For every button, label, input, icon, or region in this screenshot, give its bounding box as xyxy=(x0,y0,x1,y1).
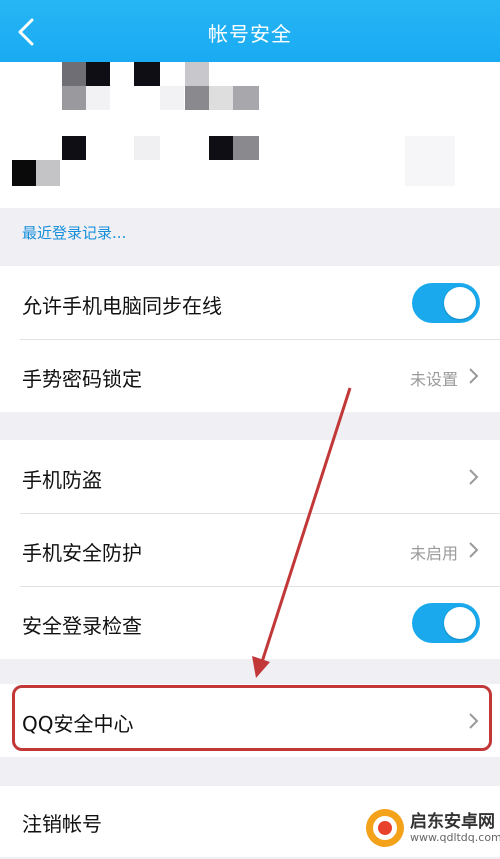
cancel-account-label: 注销帐号 xyxy=(22,812,102,836)
settings-group-2: 手机防盗 手机安全防护 未启用 安全登录检查 xyxy=(0,440,500,659)
pixel-block xyxy=(62,86,86,110)
phone-protection-label: 手机安全防护 xyxy=(22,541,142,565)
sync-online-toggle[interactable] xyxy=(412,283,480,323)
watermark-logo-icon xyxy=(366,809,404,847)
pixel-block xyxy=(134,136,160,160)
pixel-block xyxy=(209,136,233,160)
highlight-box xyxy=(12,685,492,751)
device-history-section: 最近登录记录... xyxy=(0,208,500,266)
gesture-lock-row[interactable]: 手势密码锁定 未设置 xyxy=(0,339,500,412)
pixel-block xyxy=(36,160,60,186)
settings-group-1: 允许手机电脑同步在线 手势密码锁定 未设置 xyxy=(0,266,500,412)
watermark: 启东安卓网 www.qdltdq.com xyxy=(364,805,500,851)
device-list-area xyxy=(0,62,500,208)
phone-protection-row[interactable]: 手机安全防护 未启用 xyxy=(0,513,500,586)
login-check-label: 安全登录检查 xyxy=(22,614,142,638)
pixel-block xyxy=(134,62,160,86)
anti-theft-label: 手机防盗 xyxy=(22,468,102,492)
sync-online-row: 允许手机电脑同步在线 xyxy=(0,266,500,339)
gesture-lock-status: 未设置 xyxy=(409,370,458,389)
pixel-block xyxy=(160,86,184,110)
recent-login-link[interactable]: 最近登录记录... xyxy=(22,222,126,243)
chevron-right-icon xyxy=(469,368,479,384)
toggle-knob xyxy=(444,287,476,319)
pixel-block xyxy=(209,86,233,110)
sync-online-label: 允许手机电脑同步在线 xyxy=(22,294,222,318)
toggle-knob xyxy=(444,607,476,639)
pixel-block xyxy=(86,62,110,86)
gesture-lock-label: 手势密码锁定 xyxy=(22,367,142,391)
watermark-title: 启东安卓网 xyxy=(410,812,495,832)
pixel-block xyxy=(185,86,209,110)
pixel-block xyxy=(233,86,259,110)
pixel-block xyxy=(86,86,110,110)
pixel-block xyxy=(62,62,86,86)
pixel-block xyxy=(62,136,86,160)
login-check-row: 安全登录检查 xyxy=(0,586,500,659)
login-check-toggle[interactable] xyxy=(412,603,480,643)
page-title: 帐号安全 xyxy=(208,22,292,46)
pixel-block xyxy=(12,160,36,186)
chevron-right-icon xyxy=(469,469,479,485)
anti-theft-row[interactable]: 手机防盗 xyxy=(0,440,500,513)
phone-protection-status: 未启用 xyxy=(409,544,458,563)
header-bar: 帐号安全 xyxy=(0,0,500,62)
pixel-block xyxy=(233,136,259,160)
pixel-block xyxy=(405,136,455,186)
pixel-block xyxy=(185,62,209,86)
chevron-right-icon xyxy=(469,542,479,558)
watermark-url: www.qdltdq.com xyxy=(410,831,500,844)
